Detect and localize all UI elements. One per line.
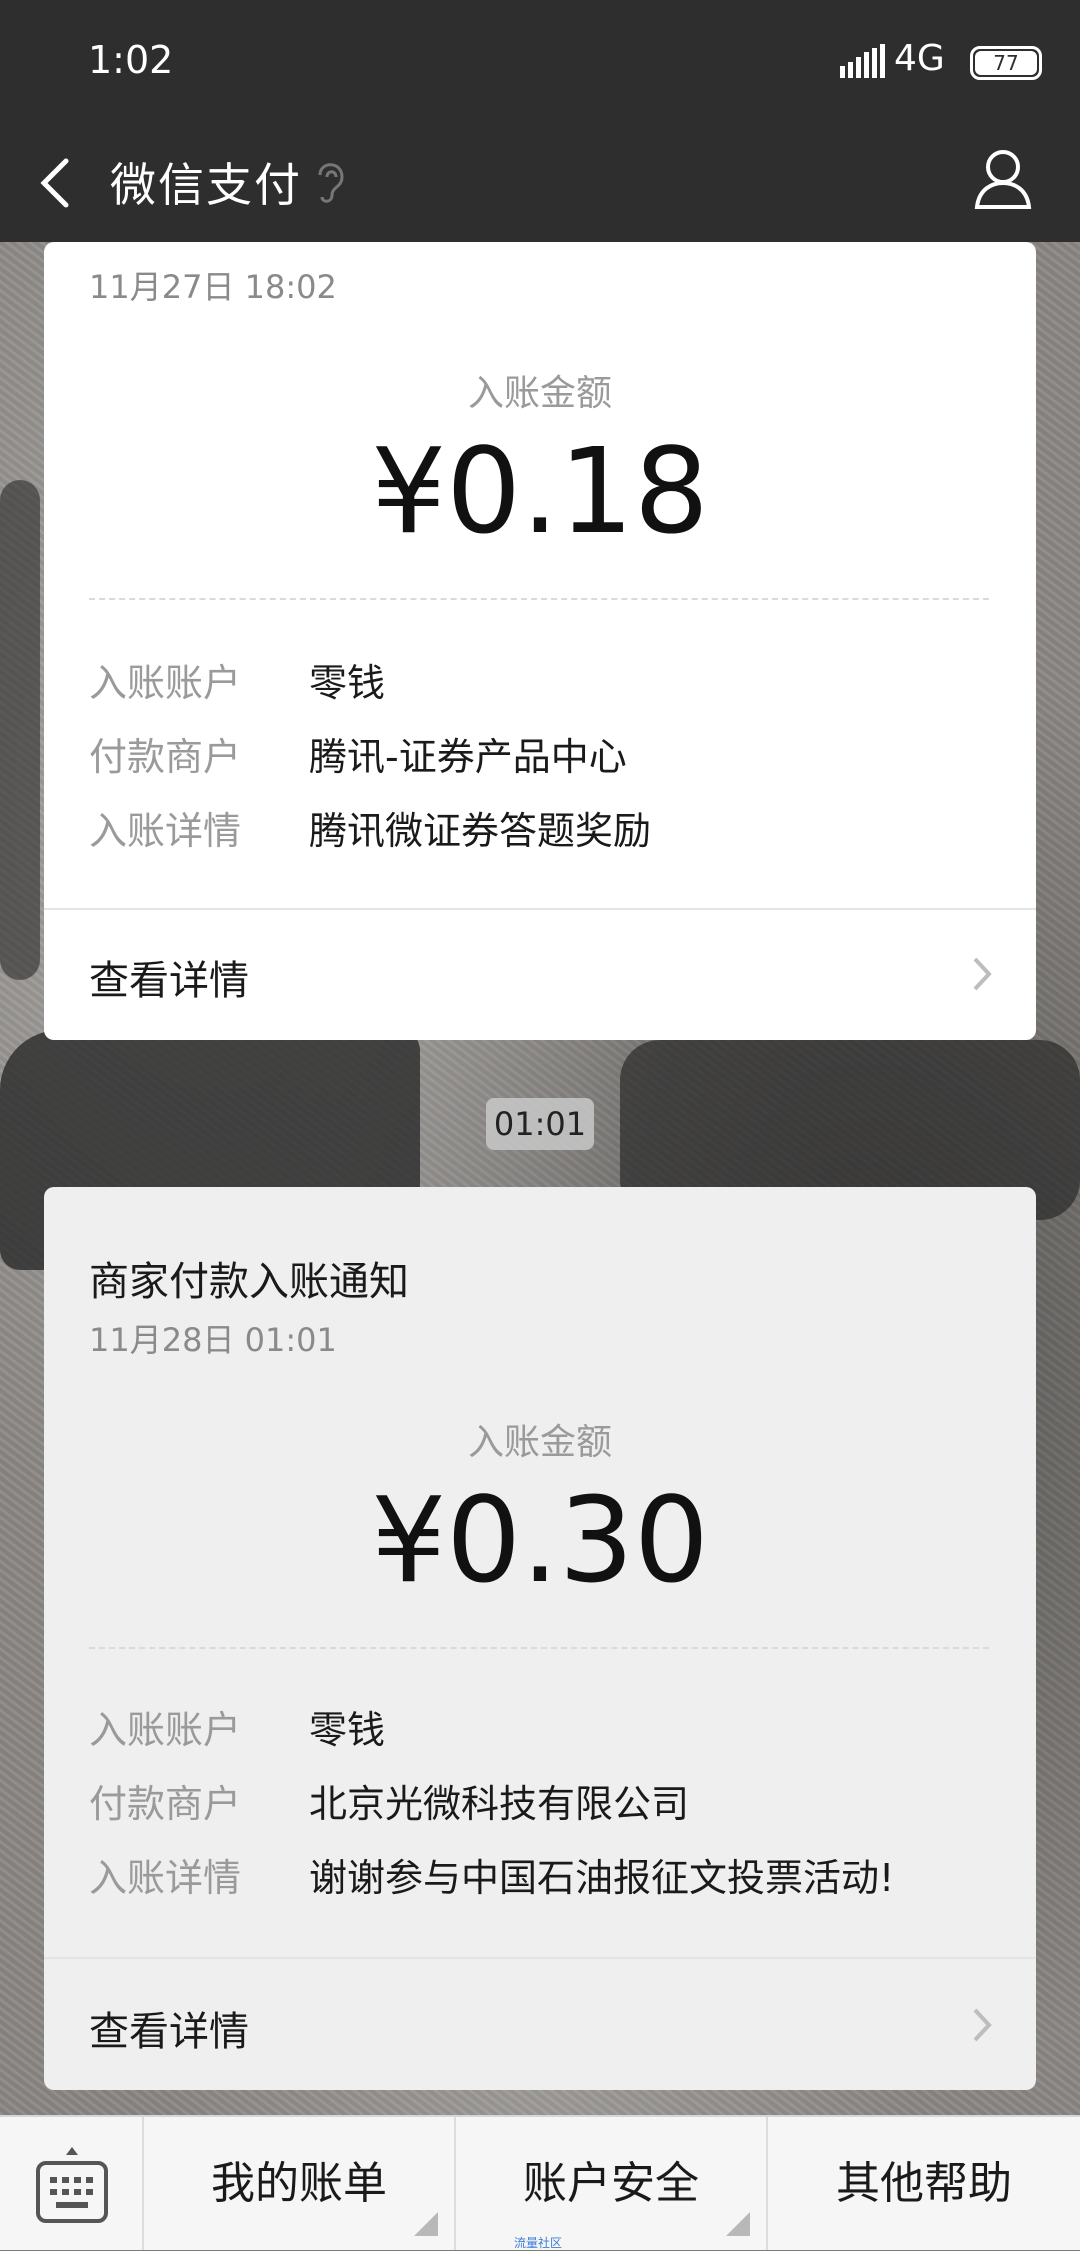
keyboard-toggle-button[interactable] (0, 2117, 144, 2250)
nav-bar: 微信支付 (0, 125, 1080, 242)
row-label: 入账账户 (89, 661, 242, 705)
status-bar: 1:02 4G 77 (0, 0, 1080, 125)
submenu-indicator-icon (414, 2212, 438, 2236)
message-timestamp: 01:01 (486, 1098, 594, 1150)
card-title: 商家付款入账通知 (89, 1259, 409, 1305)
view-details-label: 查看详情 (89, 2009, 249, 2055)
watermark: 流量社区 (514, 2236, 563, 2250)
amount-label: 入账金额 (467, 1422, 612, 1463)
bottom-menu-bar: 我的账单 账户安全 其他帮助 (0, 2115, 1080, 2250)
dashed-divider (89, 598, 989, 600)
row-value: 零钱 (309, 661, 386, 705)
view-details-label: 查看详情 (89, 958, 249, 1004)
row-value: 谢谢参与中国石油报征文投票活动! (309, 1856, 895, 1900)
page-title: 微信支付 (110, 158, 302, 212)
row-value: 腾讯微证券答题奖励 (309, 809, 652, 853)
keyboard-icon (36, 2147, 108, 2223)
menu-account-security[interactable]: 账户安全 (456, 2117, 768, 2250)
chevron-right-icon (973, 2008, 992, 2042)
card-date: 11月27日 18:02 (89, 268, 337, 306)
menu-my-bills[interactable]: 我的账单 (144, 2117, 456, 2250)
dashed-divider (89, 1647, 989, 1649)
submenu-indicator-icon (726, 2212, 750, 2236)
menu-other-help[interactable]: 其他帮助 (768, 2117, 1080, 2250)
notification-card: 商家付款入账通知 11月28日 01:01 入账金额 ¥0.30 入账账户 零钱… (44, 1187, 1036, 2090)
user-icon[interactable] (974, 147, 1032, 211)
background-keyfob-shape (0, 480, 40, 980)
amount-value: ¥0.30 (371, 1471, 709, 1609)
row-label: 入账账户 (89, 1708, 242, 1752)
menu-label: 其他帮助 (836, 2158, 1012, 2209)
row-label: 入账详情 (89, 1856, 242, 1900)
row-label: 入账详情 (89, 809, 242, 853)
notification-card: 11月27日 18:02 入账金额 ¥0.18 入账账户 零钱 付款商户 腾讯-… (44, 242, 1036, 1040)
network-type: 4G (894, 38, 945, 79)
card-date: 11月28日 01:01 (89, 1321, 337, 1359)
menu-label: 账户安全 (523, 2158, 699, 2209)
row-value: 腾讯-证券产品中心 (309, 735, 627, 779)
chevron-right-icon (973, 957, 992, 991)
chevron-left-icon[interactable] (36, 153, 76, 213)
view-details-link[interactable]: 查看详情 (44, 910, 1036, 1040)
status-time: 1:02 (88, 38, 174, 82)
battery-icon: 77 (970, 46, 1042, 80)
row-value: 北京光微科技有限公司 (309, 1782, 690, 1826)
signal-icon (840, 44, 885, 78)
row-label: 付款商户 (89, 735, 242, 779)
ear-icon[interactable] (314, 157, 346, 207)
amount-label: 入账金额 (467, 373, 612, 414)
row-value: 零钱 (309, 1708, 386, 1752)
row-label: 付款商户 (89, 1782, 242, 1826)
menu-label: 我的账单 (211, 2158, 387, 2209)
view-details-link[interactable]: 查看详情 (44, 1959, 1036, 2090)
battery-level: 77 (975, 51, 1037, 75)
amount-value: ¥0.18 (371, 422, 709, 560)
